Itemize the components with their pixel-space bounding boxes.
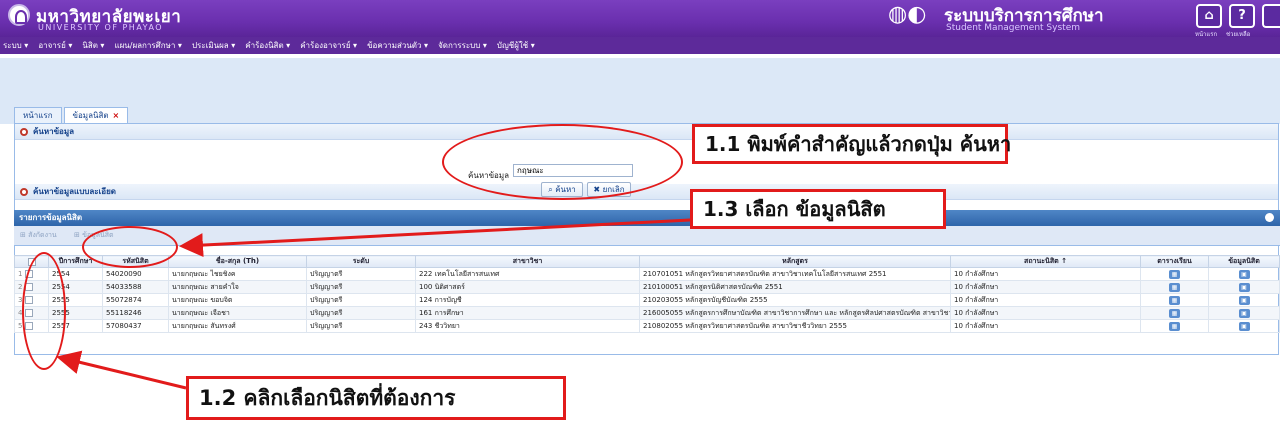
callout-step-1-3: 1.3 เลือก ข้อมูลนิสิต	[690, 189, 946, 229]
annotation-arrows	[56, 218, 691, 390]
arrow-to-toolbar	[179, 218, 691, 258]
callout-step-1-1: 1.1 พิมพ์คำสำคัญแล้วกดปุ่ม ค้นหา	[692, 124, 1011, 164]
arrow-to-checkbox	[56, 350, 187, 390]
callout-step-1-2: 1.2 คลิกเลือกนิสิตที่ต้องการ	[186, 376, 566, 420]
